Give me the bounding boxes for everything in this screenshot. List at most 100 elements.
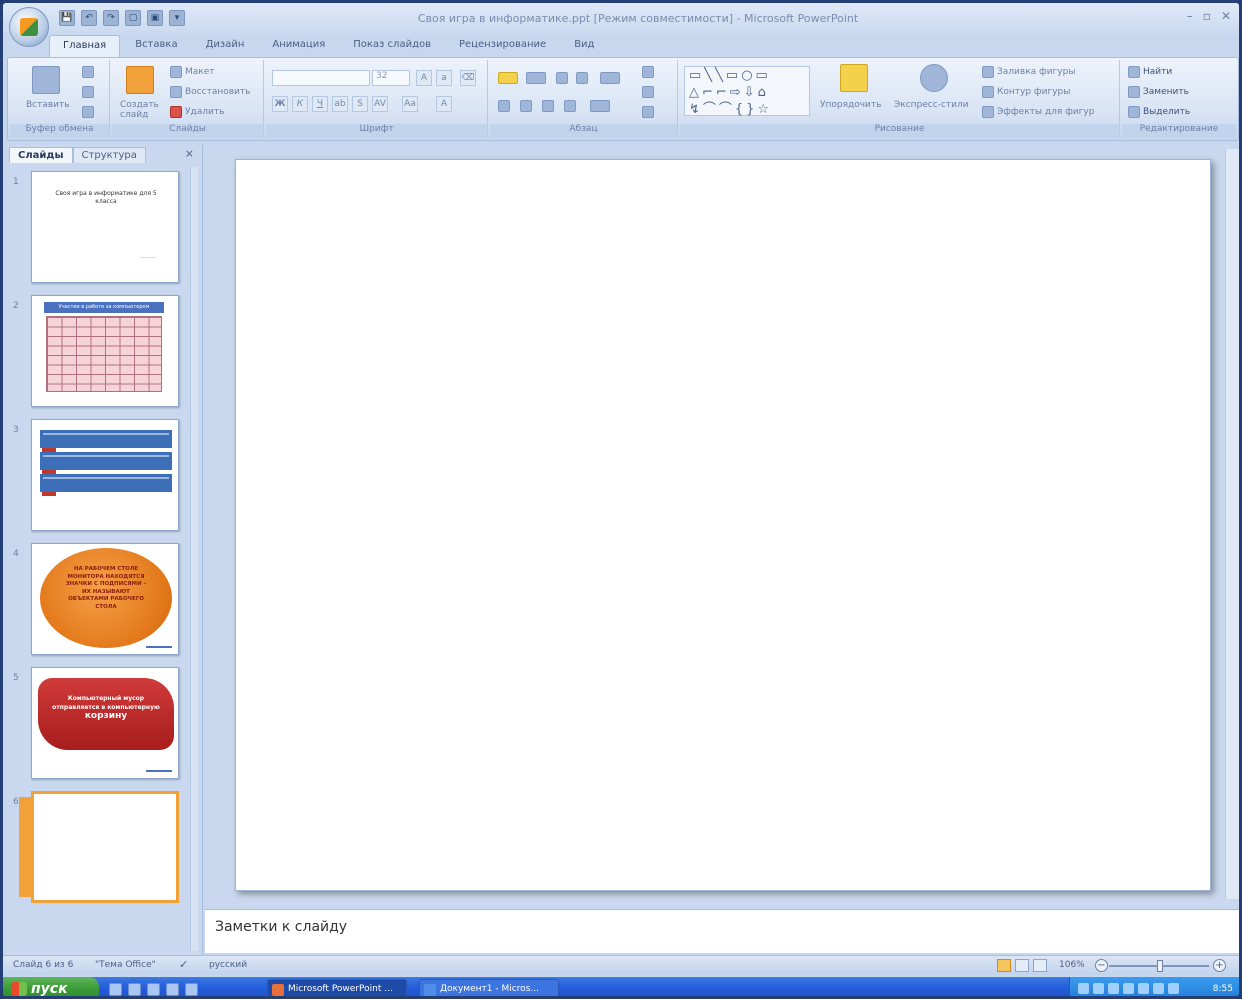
zoom-in-button[interactable]: + [1213,959,1226,972]
tab-slides[interactable]: Слайды [9,147,73,163]
bullets-icon[interactable] [498,72,518,84]
bold-icon[interactable]: Ж [272,96,288,112]
replace-button[interactable]: Заменить [1128,86,1189,98]
tray-display-icon[interactable] [1168,983,1179,994]
grow-font-icon[interactable]: A [416,70,432,86]
tab-home[interactable]: Главная [49,35,121,57]
taskbar-item-word[interactable]: Документ1 - Micros... [419,979,559,996]
shrink-font-icon[interactable]: a [436,70,452,86]
tray-volume-icon[interactable] [1093,983,1104,994]
copy-icon[interactable] [82,86,94,98]
slide-thumbnail-5[interactable]: Компьютерный мусор отправляется в компью… [31,667,179,779]
change-case-icon[interactable]: Aa [402,96,418,112]
tab-slideshow[interactable]: Показ слайдов [340,35,444,57]
slideshow-icon[interactable]: ▣ [147,10,163,26]
media-icon[interactable] [185,983,198,996]
tab-design[interactable]: Дизайн [193,35,258,57]
tab-outline[interactable]: Структура [72,147,146,163]
tab-view[interactable]: Вид [561,35,607,57]
paste-button[interactable]: Вставить [26,100,70,110]
shapes-gallery[interactable]: ▭╲╲▭○▭ △⌐⌐⇨⇩⌂ ↯⌒⌒{}☆ [684,66,810,117]
font-size-field[interactable]: 32 [372,70,410,86]
office-button[interactable] [9,7,49,47]
spellcheck-icon[interactable]: ✓ [179,958,188,971]
shadow-icon[interactable]: S [352,96,368,112]
shape-effects-button[interactable]: Эффекты для фигур [982,106,1094,118]
sorter-view-icon[interactable] [1015,959,1029,972]
browser-icon[interactable] [128,983,141,996]
columns-icon[interactable] [590,100,610,112]
slide-thumbnail-3[interactable] [31,419,179,531]
new-slide-button[interactable]: Создать слайд [120,100,164,120]
layout-button[interactable]: Макет [170,66,215,78]
font-name-field[interactable] [272,70,370,86]
normal-view-icon[interactable] [997,959,1011,972]
numbering-icon[interactable] [526,72,546,84]
format-painter-icon[interactable] [82,106,94,118]
tray-security-icon[interactable] [1153,983,1164,994]
font-color-icon[interactable]: A [436,96,452,112]
zoom-level[interactable]: 106% [1059,960,1085,970]
notes-pane[interactable]: Заметки к слайду [205,909,1239,953]
desktop-icon[interactable] [109,983,122,996]
slide-thumbnail-6[interactable] [31,791,179,903]
slide-thumbnail-1[interactable]: Своя игра в информатике для 5 класса ___… [31,171,179,283]
undo-icon[interactable]: ↶ [81,10,97,26]
start-button[interactable]: пуск [3,977,99,996]
zoom-slider-handle[interactable] [1157,960,1163,972]
align-right-icon[interactable] [542,100,554,112]
shape-fill-button[interactable]: Заливка фигуры [982,66,1075,78]
cut-icon[interactable] [82,66,94,78]
tray-antivirus-icon[interactable] [1123,983,1134,994]
tray-language-icon[interactable] [1108,983,1119,994]
align-text-icon[interactable] [642,86,654,98]
tab-animation[interactable]: Анимация [259,35,338,57]
mail-icon[interactable] [166,983,179,996]
increase-indent-icon[interactable] [576,72,588,84]
slide-thumbnail-4[interactable]: НА РАБОЧЕМ СТОЛЕ МОНИТОРА НАХОДЯТСЯ ЗНАЧ… [31,543,179,655]
find-button[interactable]: Найти [1128,66,1172,78]
clear-format-icon[interactable]: ⌫ [460,70,476,86]
messenger-icon[interactable] [147,983,160,996]
justify-icon[interactable] [564,100,576,112]
text-direction-icon[interactable] [642,66,654,78]
slide-thumbnail-2[interactable]: Участие в работе за компьютером [31,295,179,407]
zoom-out-button[interactable]: − [1095,959,1108,972]
spacing-icon[interactable]: AV [372,96,388,112]
tab-review[interactable]: Рецензирование [446,35,559,57]
line-spacing-icon[interactable] [600,72,620,84]
tray-update-icon[interactable] [1138,983,1149,994]
italic-icon[interactable]: К [292,96,308,112]
align-center-icon[interactable] [520,100,532,112]
save-icon[interactable]: 💾 [59,10,75,26]
thumb-question-bar [40,452,172,474]
close-button[interactable]: ✕ [1221,9,1231,23]
pane-close-icon[interactable]: × [185,147,194,160]
redo-icon[interactable]: ↷ [103,10,119,26]
current-slide-canvas[interactable] [235,159,1211,891]
underline-icon[interactable]: Ч [312,96,328,112]
select-button[interactable]: Выделить [1128,106,1190,118]
decrease-indent-icon[interactable] [556,72,568,84]
minimize-button[interactable]: – [1187,9,1193,23]
pane-scrollbar[interactable] [190,167,198,951]
delete-slide-button[interactable]: Удалить [170,106,224,118]
reset-button[interactable]: Восстановить [170,86,250,98]
workspace-scrollbar[interactable] [1225,149,1239,899]
tab-insert[interactable]: Вставка [122,35,190,57]
shape-outline-button[interactable]: Контур фигуры [982,86,1070,98]
title-bar: 💾 ↶ ↷ ▢ ▣ ▾ Своя игра в информатике.ppt … [3,3,1239,35]
reading-view-icon[interactable] [1033,959,1047,972]
align-left-icon[interactable] [498,100,510,112]
taskbar-item-powerpoint[interactable]: Microsoft PowerPoint ... [267,979,407,996]
arrange-button[interactable]: Упорядочить [820,100,881,110]
smartart-icon[interactable] [642,106,654,118]
strikethrough-icon[interactable]: ab [332,96,348,112]
tray-network-icon[interactable] [1078,983,1089,994]
language-indicator[interactable]: русский [209,960,247,970]
quick-styles-button[interactable]: Экспресс-стили [894,100,969,110]
print-icon[interactable]: ▢ [125,10,141,26]
customize-qat-icon[interactable]: ▾ [169,10,185,26]
paste-icon [32,66,60,94]
maximize-button[interactable]: ▫ [1203,9,1211,23]
